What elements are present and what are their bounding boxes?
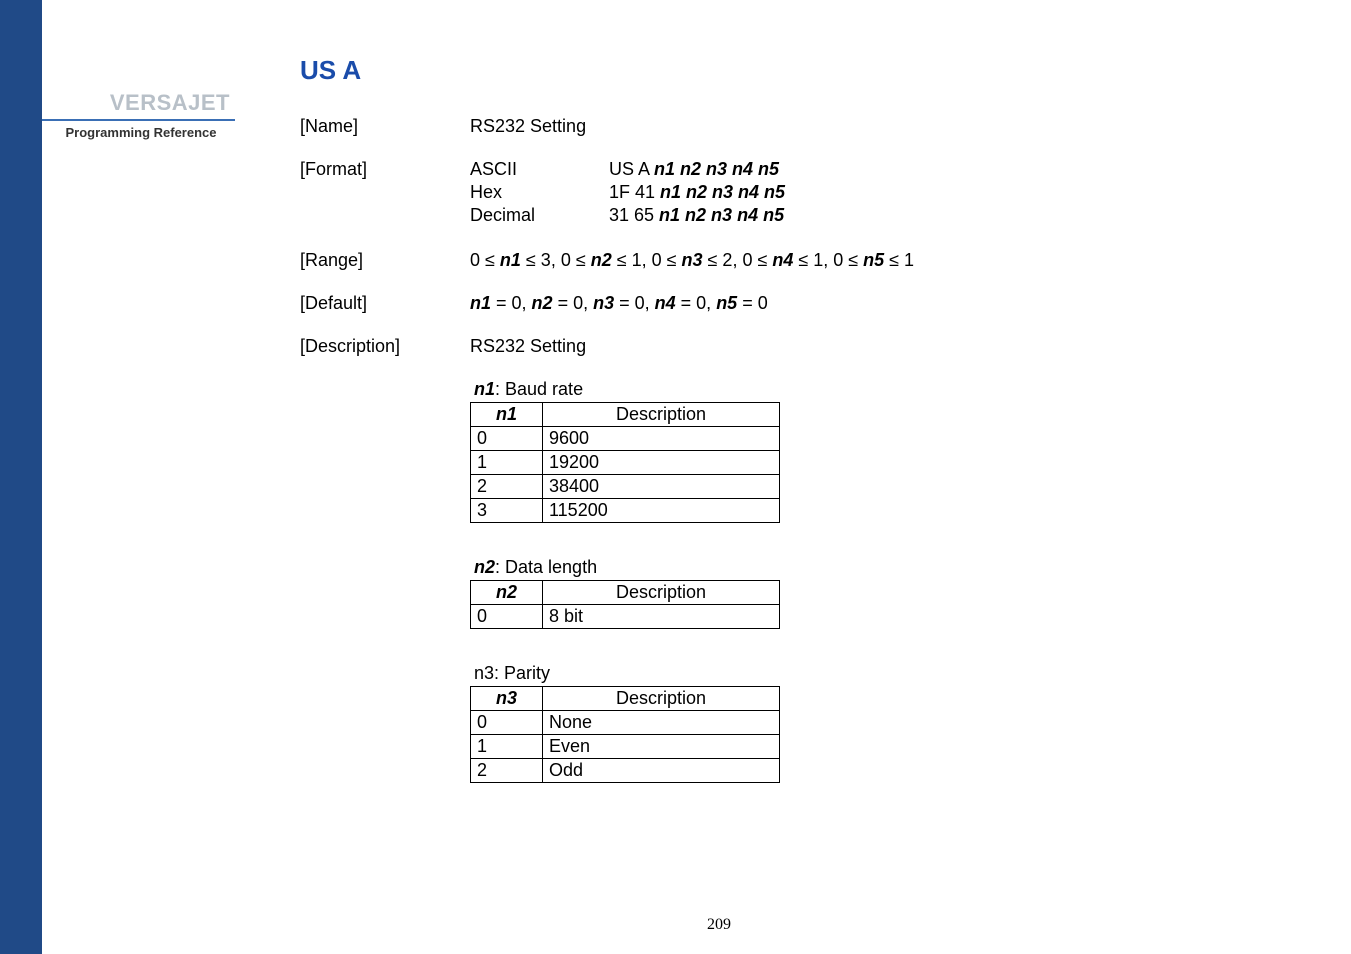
- param-table: n1Description096001192002384003115200: [470, 402, 780, 523]
- table-row: 119200: [471, 451, 780, 475]
- table-cell-desc: 8 bit: [543, 605, 780, 629]
- table-header-param: n1: [471, 403, 543, 427]
- sidebar: VERSAJET Programming Reference: [42, 0, 240, 954]
- table-cell-value: 2: [471, 759, 543, 783]
- row-range-value: 0 ≤ n1 ≤ 3, 0 ≤ n2 ≤ 1, 0 ≤ n3 ≤ 2, 0 ≤ …: [470, 250, 1311, 271]
- table-cell-value: 1: [471, 735, 543, 759]
- row-format-body: ASCIIUS A n1 n2 n3 n4 n5Hex1F 41 n1 n2 n…: [470, 159, 1311, 228]
- row-description: [Description] RS232 Setting: [300, 336, 1311, 357]
- row-range: [Range] 0 ≤ n1 ≤ 3, 0 ≤ n2 ≤ 1, 0 ≤ n3 ≤…: [300, 250, 1311, 271]
- format-key: ASCII: [470, 159, 585, 180]
- table-cell-value: 1: [471, 451, 543, 475]
- row-range-label: [Range]: [300, 250, 470, 271]
- table-row: 238400: [471, 475, 780, 499]
- table-row: 3115200: [471, 499, 780, 523]
- format-line: Hex1F 41 n1 n2 n3 n4 n5: [470, 182, 1311, 203]
- table-row: 09600: [471, 427, 780, 451]
- row-default-label: [Default]: [300, 293, 470, 314]
- row-name: [Name] RS232 Setting: [300, 116, 1311, 137]
- param-table-section: n2: Data lengthn2Description08 bit: [470, 557, 1311, 629]
- brand-underline: [42, 119, 235, 121]
- brand-title: VERSAJET: [42, 0, 240, 116]
- table-header-desc: Description: [543, 403, 780, 427]
- table-cell-value: 2: [471, 475, 543, 499]
- row-default: [Default] n1 = 0, n2 = 0, n3 = 0, n4 = 0…: [300, 293, 1311, 314]
- main-content: US A [Name] RS232 Setting [Format] ASCII…: [300, 55, 1311, 817]
- table-row: 1Even: [471, 735, 780, 759]
- left-color-strip: [0, 0, 42, 954]
- table-header-desc: Description: [543, 687, 780, 711]
- row-description-value: RS232 Setting: [470, 336, 1311, 357]
- table-cell-desc: 115200: [543, 499, 780, 523]
- table-cell-value: 3: [471, 499, 543, 523]
- table-header-desc: Description: [543, 581, 780, 605]
- row-format: [Format] ASCIIUS A n1 n2 n3 n4 n5Hex1F 4…: [300, 159, 1311, 228]
- format-key: Hex: [470, 182, 585, 203]
- table-row: 2Odd: [471, 759, 780, 783]
- table-cell-value: 0: [471, 605, 543, 629]
- param-table: n2Description08 bit: [470, 580, 780, 629]
- table-header-param: n2: [471, 581, 543, 605]
- format-line: Decimal31 65 n1 n2 n3 n4 n5: [470, 205, 1311, 226]
- table-cell-value: 0: [471, 427, 543, 451]
- row-default-value: n1 = 0, n2 = 0, n3 = 0, n4 = 0, n5 = 0: [470, 293, 1311, 314]
- table-cell-desc: None: [543, 711, 780, 735]
- table-caption: n1: Baud rate: [470, 379, 1311, 400]
- format-value: 1F 41 n1 n2 n3 n4 n5: [585, 182, 785, 203]
- row-format-label: [Format]: [300, 159, 470, 180]
- table-cell-desc: Odd: [543, 759, 780, 783]
- section-title: US A: [300, 55, 1311, 86]
- row-name-label: [Name]: [300, 116, 470, 137]
- row-name-value: RS232 Setting: [470, 116, 1311, 137]
- table-cell-desc: 38400: [543, 475, 780, 499]
- format-key: Decimal: [470, 205, 585, 226]
- row-description-label: [Description]: [300, 336, 470, 357]
- table-cell-desc: 9600: [543, 427, 780, 451]
- format-value: 31 65 n1 n2 n3 n4 n5: [585, 205, 784, 226]
- page-number: 209: [707, 916, 731, 934]
- table-row: 08 bit: [471, 605, 780, 629]
- table-cell-desc: Even: [543, 735, 780, 759]
- format-line: ASCIIUS A n1 n2 n3 n4 n5: [470, 159, 1311, 180]
- param-table: n3Description0None1Even2Odd: [470, 686, 780, 783]
- table-cell-value: 0: [471, 711, 543, 735]
- table-cell-desc: 19200: [543, 451, 780, 475]
- table-caption: n3: Parity: [470, 663, 1311, 684]
- format-value: US A n1 n2 n3 n4 n5: [585, 159, 779, 180]
- brand-subtitle: Programming Reference: [42, 125, 240, 140]
- param-table-section: n3: Parityn3Description0None1Even2Odd: [470, 663, 1311, 783]
- param-table-section: n1: Baud raten1Description09600119200238…: [470, 379, 1311, 523]
- table-header-param: n3: [471, 687, 543, 711]
- table-row: 0None: [471, 711, 780, 735]
- table-caption: n2: Data length: [470, 557, 1311, 578]
